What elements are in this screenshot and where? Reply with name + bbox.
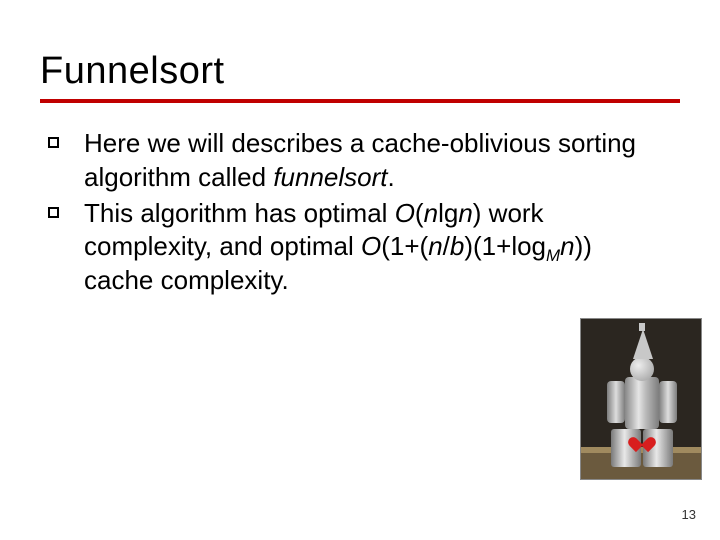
bullet-emph: funnelsort — [273, 162, 387, 192]
funnel-icon — [639, 323, 645, 331]
math-n: n — [458, 198, 472, 228]
math-o: O — [361, 231, 381, 261]
bullet-text: . — [388, 162, 395, 192]
photo-floor — [581, 453, 701, 479]
title-underline — [40, 99, 680, 103]
math-sub-m: M — [546, 247, 560, 266]
math-n: n — [424, 198, 438, 228]
photo-arm — [659, 381, 677, 423]
bullet-text: ( — [415, 198, 424, 228]
heart-icon — [633, 431, 651, 447]
bullet-item: This algorithm has optimal O(nlgn) work … — [40, 197, 644, 298]
funnel-icon — [633, 329, 653, 359]
photo-arm — [607, 381, 625, 423]
bullet-text: )(1+log — [464, 231, 546, 261]
photo-head — [630, 357, 654, 381]
slide: Funnelsort Here we will describes a cach… — [0, 0, 720, 540]
bullet-list: Here we will describes a cache-oblivious… — [40, 127, 670, 298]
bullet-text: This algorithm has optimal — [84, 198, 395, 228]
math-o: O — [395, 198, 415, 228]
bullet-text: / — [443, 231, 450, 261]
bullet-text: lg — [438, 198, 458, 228]
page-number: 13 — [682, 507, 696, 522]
slide-title: Funnelsort — [40, 50, 680, 93]
math-n: n — [560, 231, 574, 261]
math-b: b — [450, 231, 464, 261]
math-n: n — [428, 231, 442, 261]
bullet-text: (1+( — [381, 231, 428, 261]
tin-man-photo — [580, 318, 702, 480]
photo-trim — [581, 447, 701, 453]
bullet-item: Here we will describes a cache-oblivious… — [40, 127, 644, 195]
photo-torso — [625, 377, 659, 429]
